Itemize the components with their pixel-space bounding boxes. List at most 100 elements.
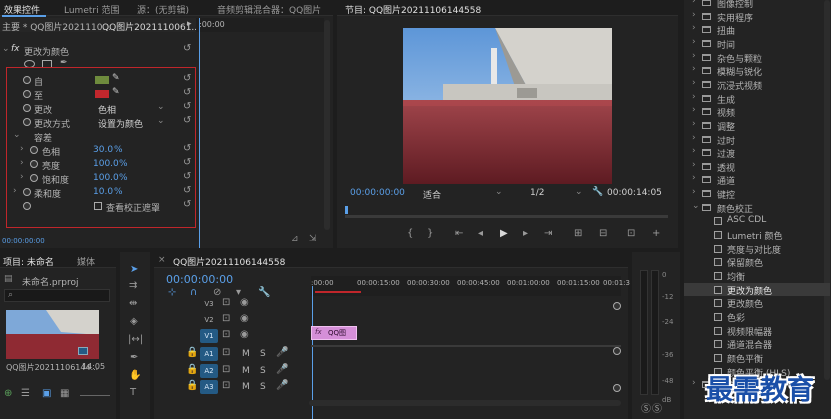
reset-icon[interactable]: ↺ [183, 143, 191, 154]
expand-icon[interactable]: › [13, 186, 17, 196]
effects-folder[interactable]: › 杂色与颗粒 [684, 51, 830, 65]
track-label[interactable]: V3 [200, 297, 218, 311]
project-search-input[interactable]: ⌕ [4, 289, 110, 302]
chevron-right-icon[interactable]: › [692, 119, 696, 129]
track-label[interactable]: V1 [200, 329, 218, 343]
softness-value[interactable]: 10.0 [93, 187, 113, 197]
reset-icon[interactable]: ↺ [183, 43, 191, 54]
hand-tool-icon[interactable]: ✋ [129, 370, 141, 381]
expand-icon[interactable]: › [20, 172, 24, 182]
lock-icon[interactable]: 🔒 [186, 347, 198, 358]
toggle-sync-icon[interactable]: ⊡ [222, 364, 230, 375]
lightness-value[interactable]: 100.0 [93, 159, 119, 169]
saturation-value[interactable]: 100.0 [93, 173, 119, 183]
effects-folder[interactable]: › 调整 [684, 119, 830, 133]
close-icon[interactable]: × [158, 255, 166, 265]
collapse-icon[interactable]: ⌄ [13, 130, 21, 140]
toggle-sync-icon[interactable]: ⊡ [222, 329, 230, 340]
chevron-right-icon[interactable]: › [692, 0, 696, 6]
track-label[interactable]: A2 [200, 364, 218, 378]
effects-folder[interactable]: › 通道 [684, 173, 830, 187]
lock-icon[interactable]: 🔒 [186, 380, 198, 391]
mark-out-icon[interactable]: } [427, 228, 433, 239]
reset-icon[interactable]: ↺ [183, 199, 191, 210]
effects-folder[interactable]: › 沉浸式视频 [684, 78, 830, 92]
microphone-icon[interactable]: 🎤 [276, 364, 288, 375]
effect-item[interactable]: ASC CDL [684, 214, 830, 227]
effect-item[interactable]: 更改为颜色 [684, 282, 830, 297]
fx-icon[interactable]: fx [11, 44, 20, 54]
effects-folder[interactable]: › 时间 [684, 37, 830, 51]
reset-icon[interactable]: ↺ [183, 87, 191, 98]
reset-icon[interactable]: ↺ [183, 171, 191, 182]
add-button-icon[interactable]: + [652, 228, 660, 239]
lift-icon[interactable]: ⊞ [574, 228, 582, 239]
chevron-right-icon[interactable]: › [692, 92, 696, 102]
icon-view-icon[interactable]: ▣ [42, 388, 51, 399]
solo-button[interactable]: S [260, 366, 266, 376]
stopwatch-icon[interactable] [30, 160, 38, 168]
selection-tool-icon[interactable]: ➤ [130, 264, 138, 275]
clip-link[interactable]: QQ图片2021110061... [102, 20, 200, 33]
mark-in-icon[interactable]: { [407, 228, 413, 239]
chevron-right-icon[interactable]: › [692, 37, 696, 47]
effects-folder[interactable]: › 扭曲 [684, 23, 830, 37]
effect-item[interactable]: 保留颜色 [684, 255, 830, 269]
timeline-timecode[interactable]: 00:00:00:00 [166, 273, 233, 286]
toggle-sync-icon[interactable]: ⊡ [222, 313, 230, 324]
effects-folder[interactable]: › 过时 [684, 133, 830, 147]
v-zoom-knob[interactable] [613, 384, 621, 392]
v-zoom-knob[interactable] [613, 302, 621, 310]
reset-icon[interactable]: ↺ [183, 73, 191, 84]
toggle-sync-icon[interactable]: ⊡ [222, 297, 230, 308]
effects-folder[interactable]: › 键控 [684, 187, 830, 201]
stopwatch-icon[interactable] [23, 104, 31, 112]
export-frame-icon[interactable]: ⊡ [627, 228, 635, 239]
type-tool-icon[interactable]: T [130, 387, 136, 398]
to-color-swatch[interactable] [95, 90, 109, 98]
chevron-right-icon[interactable]: › [692, 133, 696, 143]
effects-folder[interactable]: ⌄ 颜色校正 [684, 201, 830, 215]
effects-folder[interactable]: › 视频 [684, 105, 830, 119]
fit-dropdown[interactable]: 适合 [423, 188, 441, 201]
list-view-icon[interactable]: ☰ [21, 388, 30, 399]
lock-icon[interactable]: ⊕ [4, 388, 12, 399]
view-mask-checkbox[interactable] [94, 202, 102, 210]
effect-item[interactable]: 均衡 [684, 269, 830, 283]
eye-icon[interactable]: ◉ [240, 313, 249, 324]
razor-tool-icon[interactable]: ◈ [130, 316, 138, 327]
stopwatch-icon[interactable] [23, 76, 31, 84]
timeline-h-scrollbar[interactable] [309, 400, 621, 406]
track-label[interactable]: A1 [200, 347, 218, 361]
reset-icon[interactable]: ↺ [183, 185, 191, 196]
effect-item[interactable]: 视频限幅器 [684, 324, 830, 338]
timeline-title[interactable]: QQ图片20211106144558 [173, 255, 285, 268]
project-clip-thumbnail[interactable] [6, 310, 99, 359]
stopwatch-icon[interactable] [30, 174, 38, 182]
tab-project[interactable]: 项目: 未命名 [3, 255, 54, 268]
timeline-clip[interactable]: fx QQ图 [311, 326, 357, 340]
step-forward-icon[interactable]: ▸ [523, 228, 528, 239]
chevron-right-icon[interactable]: › [692, 23, 696, 33]
chevron-right-icon[interactable]: › [692, 187, 696, 197]
track-select-tool-icon[interactable]: ⇉ [129, 280, 137, 291]
freeform-view-icon[interactable]: ▦ [60, 388, 69, 399]
resolution-dropdown[interactable]: 1/2 [530, 188, 544, 198]
chevron-right-icon[interactable]: › [692, 146, 696, 156]
effects-folder[interactable]: › 图像控制 [684, 0, 830, 10]
effects-folder[interactable]: › 实用程序 [684, 10, 830, 24]
export-icon[interactable]: ⇲ [309, 234, 317, 244]
effect-item[interactable]: 亮度与对比度 [684, 242, 830, 256]
stopwatch-icon[interactable] [30, 146, 38, 154]
reset-icon[interactable]: ↺ [183, 101, 191, 112]
chevron-right-icon[interactable]: › [692, 10, 696, 20]
go-to-in-icon[interactable]: ⇤ [455, 228, 463, 239]
stopwatch-icon[interactable] [23, 90, 31, 98]
step-back-icon[interactable]: ◂ [478, 228, 483, 239]
microphone-icon[interactable]: 🎤 [276, 347, 288, 358]
expand-icon[interactable]: › [20, 144, 24, 154]
chevron-down-icon[interactable]: ⌄ [575, 187, 583, 197]
solo-button[interactable]: S [260, 382, 266, 392]
eye-icon[interactable]: ◉ [240, 329, 249, 340]
effects-folder[interactable]: › 透视 [684, 160, 830, 174]
